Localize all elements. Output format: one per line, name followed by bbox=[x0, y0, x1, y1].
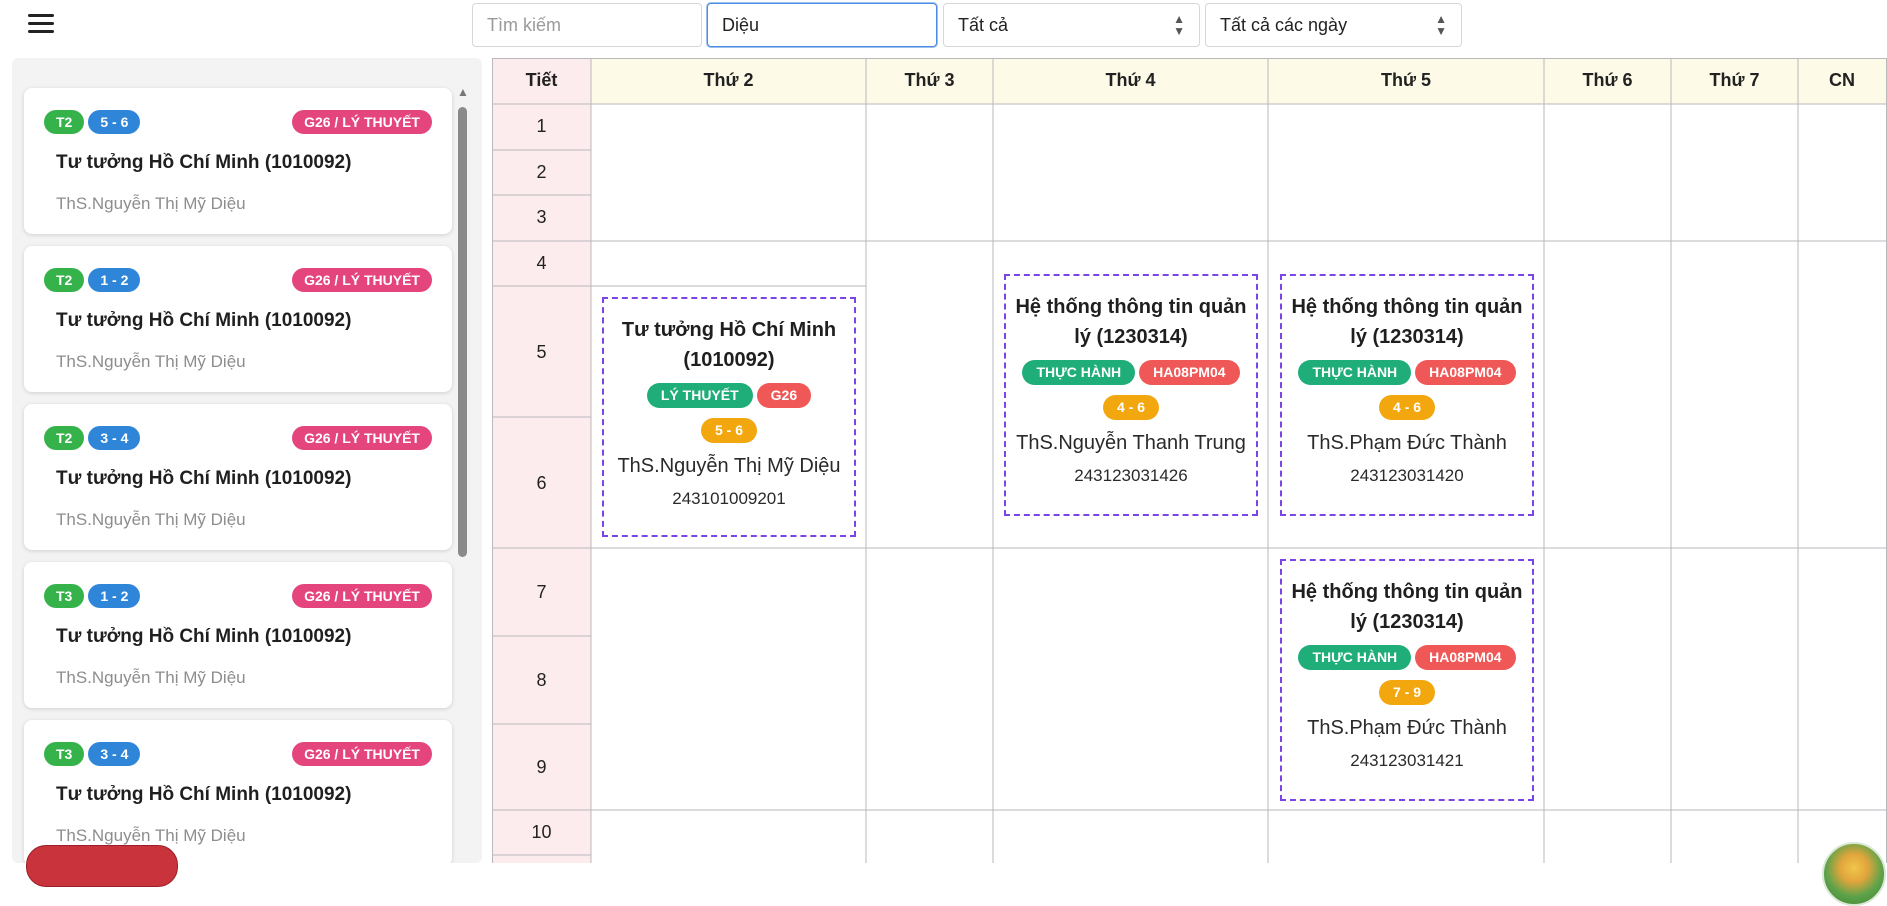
class-event-card[interactable]: Hệ thống thông tin quản lý (1230314) THỰ… bbox=[1280, 559, 1534, 801]
event-class-code: 243123031421 bbox=[1350, 751, 1464, 770]
event-periods-tag: 4 - 6 bbox=[1102, 395, 1159, 420]
day-badge: T3 bbox=[44, 584, 85, 608]
event-class-code: 243123031420 bbox=[1350, 466, 1464, 485]
day-badge: T2 bbox=[44, 268, 85, 292]
event-kind-tag: LÝ THUYẾT bbox=[646, 383, 753, 408]
event-title: Hệ thống thông tin quản lý (1230314) bbox=[1291, 581, 1523, 633]
course-title: Tư tưởng Hồ Chí Minh (1010092) bbox=[56, 784, 352, 805]
class-type-select-value: Tất cả bbox=[958, 15, 1009, 35]
schedule-card[interactable]: T3 3 - 4 G26 / LÝ THUYẾT Tư tưởng Hồ Chí … bbox=[24, 720, 452, 863]
day-badge: T3 bbox=[44, 742, 85, 766]
class-event-card[interactable]: Hệ thống thông tin quản lý (1230314) THỰ… bbox=[1280, 274, 1534, 516]
event-title: Hệ thống thông tin quản lý (1230314) bbox=[1291, 296, 1523, 348]
teacher-name: ThS.Nguyễn Thị Mỹ Diệu bbox=[56, 826, 246, 845]
menu-line bbox=[28, 14, 54, 17]
period-badge: 1 - 2 bbox=[88, 268, 141, 292]
list-scrollbar[interactable]: ▲ bbox=[455, 85, 469, 863]
event-room-tag: G26 bbox=[756, 383, 812, 408]
scrollbar-thumb[interactable] bbox=[458, 107, 467, 557]
select-updown-icon: ▲ ▼ bbox=[1173, 12, 1185, 38]
event-periods-tag: 5 - 6 bbox=[700, 418, 757, 443]
schedule-card[interactable]: T2 5 - 6 G26 / LÝ THUYẾT Tư tưởng Hồ Chí … bbox=[24, 88, 452, 234]
header-monday: Thứ 2 bbox=[703, 70, 754, 90]
search-input[interactable] bbox=[472, 3, 702, 47]
class-event-card[interactable]: Tư tưởng Hồ Chí Minh (1010092) LÝ THUYẾT… bbox=[602, 297, 856, 537]
day-select[interactable]: Tất cả các ngày ▲ ▼ bbox=[1205, 3, 1462, 47]
room-badge: G26 / LÝ THUYẾT bbox=[292, 426, 432, 450]
period-badge: 3 - 4 bbox=[88, 742, 141, 766]
header-saturday: Thứ 7 bbox=[1709, 70, 1760, 90]
room-badge: G26 / LÝ THUYẾT bbox=[292, 268, 432, 292]
course-title: Tư tưởng Hồ Chí Minh (1010092) bbox=[56, 626, 352, 647]
room-badge: G26 / LÝ THUYẾT bbox=[292, 110, 432, 134]
header-thursday: Thứ 5 bbox=[1380, 70, 1432, 90]
period-number: 4 bbox=[536, 253, 547, 273]
teacher-name: ThS.Nguyễn Thị Mỹ Diệu bbox=[56, 352, 246, 371]
period-number: 8 bbox=[536, 670, 547, 690]
header-period: Tiết bbox=[525, 70, 558, 90]
event-class-code: 243123031426 bbox=[1074, 466, 1188, 485]
schedule-list-panel[interactable]: T2 5 - 6 G26 / LÝ THUYẾT Tư tưởng Hồ Chí … bbox=[12, 58, 482, 863]
event-room-tag: HA08PM04 bbox=[1415, 645, 1516, 670]
class-event-card[interactable]: Hệ thống thông tin quản lý (1230314) THỰ… bbox=[1004, 274, 1258, 516]
event-kind-tag: THỰC HÀNH bbox=[1298, 360, 1412, 385]
app-logo-icon[interactable] bbox=[1822, 842, 1886, 906]
floating-action-button[interactable] bbox=[26, 845, 178, 887]
header-wednesday: Thứ 4 bbox=[1105, 70, 1156, 90]
teacher-name: ThS.Nguyễn Thị Mỹ Diệu bbox=[56, 668, 246, 687]
menu-line bbox=[28, 22, 54, 25]
header-tuesday: Thứ 3 bbox=[904, 70, 955, 90]
day-badge: T2 bbox=[44, 426, 85, 450]
period-number: 1 bbox=[536, 116, 547, 136]
period-number: 10 bbox=[531, 822, 552, 842]
event-kind-tag: THỰC HÀNH bbox=[1022, 360, 1136, 385]
room-badge: G26 / LÝ THUYẾT bbox=[292, 742, 432, 766]
course-title: Tư tưởng Hồ Chí Minh (1010092) bbox=[56, 310, 352, 331]
schedule-card[interactable]: T2 3 - 4 G26 / LÝ THUYẾT Tư tưởng Hồ Chí … bbox=[24, 404, 452, 550]
teacher-name: ThS.Nguyễn Thị Mỹ Diệu bbox=[56, 510, 246, 529]
header-friday: Thứ 6 bbox=[1582, 70, 1633, 90]
schedule-card[interactable]: T2 1 - 2 G26 / LÝ THUYẾT Tư tưởng Hồ Chí … bbox=[24, 246, 452, 392]
period-number: 7 bbox=[536, 582, 547, 602]
event-room-tag: HA08PM04 bbox=[1415, 360, 1516, 385]
teacher-filter-input[interactable] bbox=[707, 3, 937, 47]
event-teacher: ThS.Nguyễn Thị Mỹ Diệu bbox=[617, 455, 841, 477]
event-title: Tư tưởng Hồ Chí Minh (1010092) bbox=[621, 319, 837, 371]
event-class-code: 243101009201 bbox=[672, 489, 786, 508]
period-number: 5 bbox=[536, 342, 547, 362]
event-teacher: ThS.Nguyễn Thanh Trung bbox=[1016, 432, 1246, 454]
event-teacher: ThS.Phạm Đức Thành bbox=[1307, 717, 1507, 739]
event-teacher: ThS.Phạm Đức Thành bbox=[1307, 432, 1507, 454]
room-badge: G26 / LÝ THUYẾT bbox=[292, 584, 432, 608]
course-title: Tư tưởng Hồ Chí Minh (1010092) bbox=[56, 152, 352, 173]
period-badge: 3 - 4 bbox=[88, 426, 141, 450]
event-room-tag: HA08PM04 bbox=[1139, 360, 1240, 385]
period-number: 3 bbox=[536, 207, 547, 227]
menu-line bbox=[28, 30, 54, 33]
day-select-value: Tất cả các ngày bbox=[1220, 15, 1348, 35]
scroll-up-arrow-icon[interactable]: ▲ bbox=[457, 85, 469, 99]
class-type-select[interactable]: Tất cả ▲ ▼ bbox=[943, 3, 1200, 47]
hamburger-menu-icon[interactable] bbox=[28, 14, 54, 36]
event-kind-tag: THỰC HÀNH bbox=[1298, 645, 1412, 670]
period-number: 9 bbox=[536, 757, 547, 777]
schedule-card[interactable]: T3 1 - 2 G26 / LÝ THUYẾT Tư tưởng Hồ Chí … bbox=[24, 562, 452, 708]
day-badge: T2 bbox=[44, 110, 85, 134]
course-title: Tư tưởng Hồ Chí Minh (1010092) bbox=[56, 468, 352, 489]
teacher-name: ThS.Nguyễn Thị Mỹ Diệu bbox=[56, 194, 246, 213]
event-title: Hệ thống thông tin quản lý (1230314) bbox=[1015, 296, 1247, 348]
period-badge: 5 - 6 bbox=[88, 110, 141, 134]
timetable-grid: Tiết Thứ 2 Thứ 3 Thứ 4 Thứ 5 Thứ 6 Thứ 7… bbox=[492, 58, 1887, 863]
period-number: 6 bbox=[536, 473, 547, 493]
event-periods-tag: 7 - 9 bbox=[1378, 680, 1435, 705]
period-number: 2 bbox=[536, 162, 547, 182]
header-sunday: CN bbox=[1829, 70, 1855, 90]
select-updown-icon: ▲ ▼ bbox=[1435, 12, 1447, 38]
event-periods-tag: 4 - 6 bbox=[1378, 395, 1435, 420]
period-badge: 1 - 2 bbox=[88, 584, 141, 608]
